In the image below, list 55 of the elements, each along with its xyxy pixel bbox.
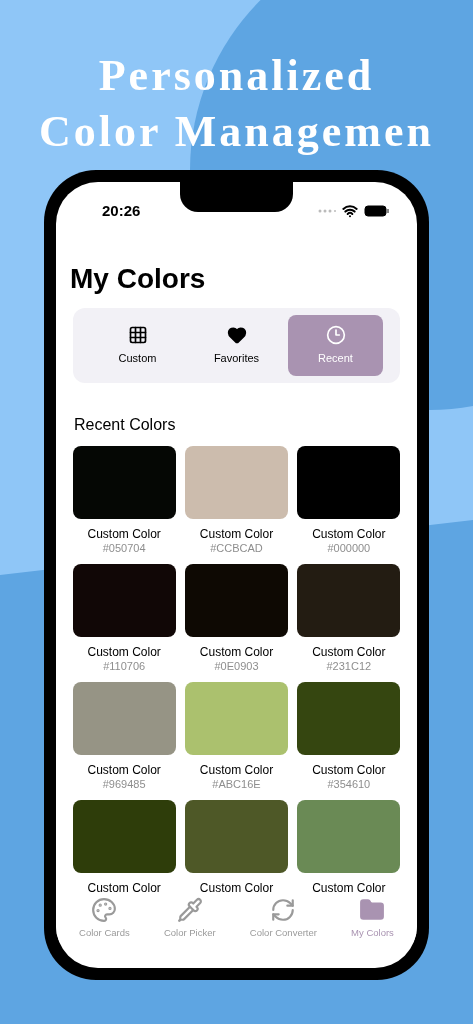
tab-bar-item[interactable]: My Colors [351, 897, 394, 941]
color-swatch[interactable] [297, 682, 401, 755]
color-swatch[interactable] [72, 446, 176, 519]
color-name: Custom Color [312, 881, 386, 895]
color-swatch[interactable] [297, 800, 401, 873]
color-name: Custom Color [199, 763, 274, 777]
color-swatch[interactable] [72, 682, 176, 755]
color-name: Custom Color [312, 527, 386, 541]
headline-text: Color Managemen [39, 106, 434, 158]
color-name: Custom Color [199, 527, 274, 541]
wifi-icon [342, 203, 358, 219]
color-swatch[interactable] [185, 564, 288, 637]
color-hex: #354610 [327, 777, 371, 791]
color-swatch[interactable] [297, 564, 401, 637]
color-name: Custom Color [87, 645, 161, 659]
color-hex: #CCBCAD [210, 541, 263, 555]
color-name: Custom Color [312, 645, 386, 659]
grid-icon [127, 324, 148, 345]
tab-bar-item[interactable]: Color Converter [249, 897, 317, 941]
color-hex: #969485 [102, 777, 146, 791]
tab-bar-item[interactable]: Color Cards [79, 897, 130, 941]
palette-icon [91, 897, 118, 923]
color-name: Custom Color [199, 645, 274, 659]
status-time: 20:26 [102, 200, 141, 221]
refresh-icon [270, 897, 297, 923]
color-hex: #231C12 [326, 659, 372, 673]
color-name: Custom Color [87, 763, 161, 777]
folder-icon [359, 897, 386, 923]
color-swatch[interactable] [72, 564, 176, 637]
color-name: Custom Color [87, 881, 161, 895]
segment-tab[interactable]: Custom [90, 315, 185, 376]
headline-text: Personalized [98, 50, 375, 102]
page-title: My Colors [70, 262, 207, 296]
signal-icon [318, 209, 336, 213]
color-swatch[interactable] [185, 682, 288, 755]
clock-icon [325, 324, 346, 345]
color-swatch[interactable] [72, 800, 176, 873]
section-title: Recent Colors [73, 415, 177, 435]
color-name: Custom Color [87, 527, 161, 541]
eyedropper-icon [176, 897, 203, 923]
color-hex: #000000 [327, 541, 371, 555]
color-swatch[interactable] [185, 446, 288, 519]
color-name: Custom Color [312, 763, 386, 777]
segment-tab[interactable]: Favorites [189, 315, 284, 376]
color-swatch[interactable] [297, 446, 401, 519]
tab-bar-item[interactable]: Color Picker [163, 897, 216, 941]
battery-icon [364, 205, 389, 217]
color-hex: #110706 [103, 659, 146, 673]
segment-tab[interactable]: Recent [288, 315, 383, 376]
color-hex: #050704 [102, 541, 146, 555]
color-name: Custom Color [199, 881, 274, 895]
color-swatch[interactable] [185, 800, 288, 873]
heart-icon [226, 324, 247, 345]
color-hex: #0E0903 [214, 659, 259, 673]
color-hex: #ABC16E [212, 777, 261, 791]
